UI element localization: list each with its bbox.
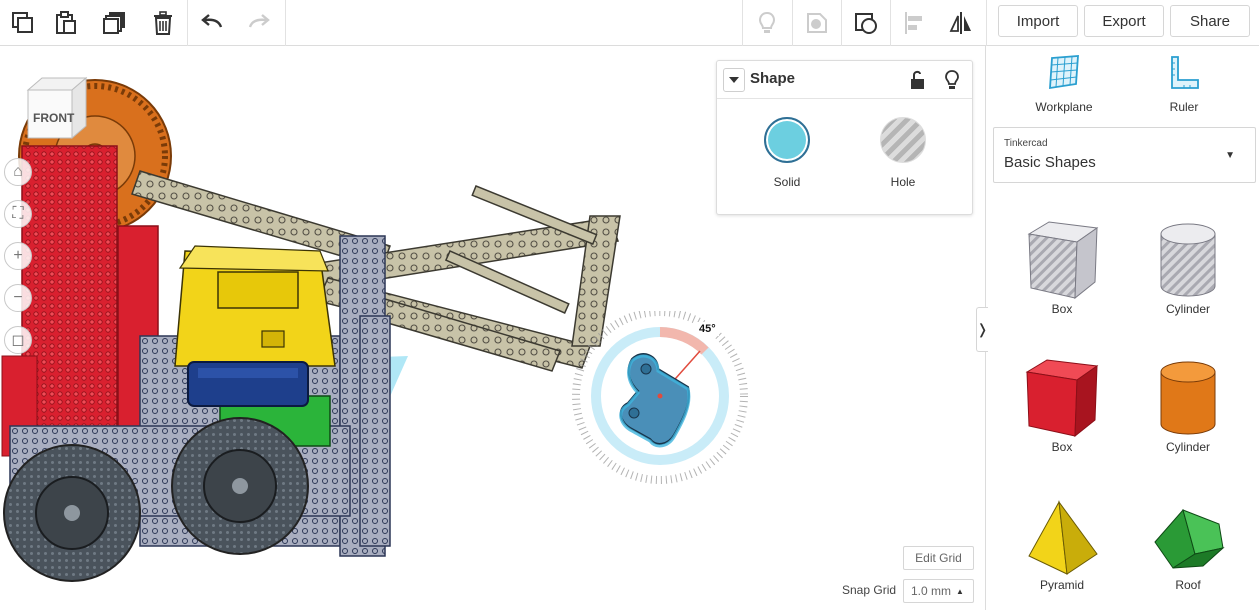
hole-swatch[interactable]	[880, 117, 926, 163]
workplane-label: Workplane	[1035, 100, 1093, 114]
inspector-header: Shape	[717, 61, 972, 99]
align-icon[interactable]	[892, 0, 938, 46]
shape-library-select[interactable]: Tinkercad Basic Shapes ▼	[993, 127, 1256, 183]
shape-box[interactable]: Box	[1012, 354, 1112, 454]
ortho-view-button[interactable]: ◻	[4, 326, 32, 354]
rotation-dial[interactable]	[570, 311, 755, 496]
shape-label: Roof	[1175, 578, 1201, 592]
caret-up-icon: ▲	[956, 586, 964, 596]
solid-option[interactable]: Solid	[747, 117, 827, 189]
plus-icon: +	[13, 247, 23, 264]
hole-cylinder-icon	[1160, 223, 1216, 297]
shape-hole-box[interactable]: Box	[1012, 216, 1112, 316]
ruler-icon	[1171, 56, 1199, 89]
cube-icon: ◻	[11, 332, 25, 349]
edit-grid-button[interactable]: Edit Grid	[903, 546, 974, 570]
shape-label: Box	[1051, 440, 1073, 454]
hole-option[interactable]: Hole	[863, 117, 943, 189]
chevron-right-icon: ❭	[976, 321, 989, 337]
toolbar-divider	[187, 0, 188, 46]
shape-pyramid[interactable]: Pyramid	[1012, 492, 1112, 592]
mirror-icon[interactable]	[938, 0, 984, 46]
unlock-icon[interactable]	[907, 69, 929, 91]
home-icon: ⌂	[13, 163, 23, 180]
shape-label: Cylinder	[1165, 440, 1210, 454]
snap-grid-label: Snap Grid	[842, 583, 897, 597]
undo-icon[interactable]	[189, 0, 235, 46]
shapes-panel: Workplane Ruler Tinkercad Basic Shapes ▼…	[985, 46, 1259, 610]
shape-label: Pyramid	[1039, 578, 1084, 592]
rotation-angle-label: 45°	[696, 322, 719, 336]
home-view-button[interactable]: ⌂	[4, 158, 32, 186]
pyramid-icon	[1028, 500, 1098, 575]
zoom-in-button[interactable]: +	[4, 242, 32, 270]
delete-icon[interactable]	[140, 0, 186, 46]
toolbar-divider	[792, 0, 793, 46]
roof-icon	[1154, 508, 1225, 569]
fit-icon: ⛶	[12, 205, 24, 222]
shape-label: Cylinder	[1165, 302, 1210, 316]
paste-icon[interactable]	[43, 0, 89, 46]
view-cube-label: FRONT	[33, 111, 75, 125]
solid-swatch[interactable]	[764, 117, 810, 163]
share-button[interactable]: Share	[1170, 5, 1250, 37]
copy-icon[interactable]	[0, 0, 46, 46]
shape-label: Box	[1051, 302, 1073, 316]
workplane-icon	[1049, 55, 1079, 90]
cylinder-icon	[1160, 361, 1216, 435]
duplicate-icon[interactable]	[92, 0, 138, 46]
chevron-down-icon: ▼	[1225, 150, 1235, 161]
zoom-out-button[interactable]: −	[4, 284, 32, 312]
lightbulb-icon[interactable]	[941, 69, 963, 91]
shape-hole-cylinder[interactable]: Cylinder	[1138, 216, 1238, 316]
show-all-icon[interactable]	[744, 0, 790, 46]
group-icon[interactable]	[843, 0, 889, 46]
panel-collapse-button[interactable]: ❭	[976, 307, 988, 352]
library-brand: Tinkercad	[1004, 138, 1048, 149]
shape-roof[interactable]: Roof	[1138, 492, 1238, 592]
view-cube[interactable]: FRONT	[22, 76, 88, 142]
toolbar-divider	[742, 0, 743, 46]
inspector-title: Shape	[750, 70, 796, 87]
main-toolbar: Import Export Share	[0, 0, 1259, 46]
toolbar-divider	[285, 0, 286, 46]
toolbar-divider	[986, 0, 987, 46]
hole-box-icon	[1027, 221, 1099, 300]
ruler-tool[interactable]: Ruler	[1134, 54, 1234, 114]
minus-icon: −	[13, 289, 23, 306]
workplane-tool[interactable]: Workplane	[1014, 54, 1114, 114]
redo-icon[interactable]	[236, 0, 282, 46]
workplane-canvas[interactable]: 45° FRONT ⌂ ⛶ + − ◻ Shape Solid Hole Edi…	[0, 46, 985, 610]
import-button[interactable]: Import	[998, 5, 1078, 37]
toolbar-divider	[890, 0, 891, 46]
inspector-collapse-button[interactable]	[723, 68, 745, 92]
toolbar-divider	[841, 0, 842, 46]
shape-cylinder[interactable]: Cylinder	[1138, 354, 1238, 454]
snap-grid-value: 1.0 mm	[911, 584, 952, 598]
fit-view-button[interactable]: ⛶	[4, 200, 32, 228]
shape-inspector: Shape Solid Hole	[716, 60, 973, 215]
hole-label: Hole	[890, 175, 916, 189]
hole-visibility-icon[interactable]	[794, 0, 840, 46]
library-name: Basic Shapes	[1004, 154, 1096, 171]
ruler-label: Ruler	[1169, 100, 1199, 114]
solid-label: Solid	[773, 175, 801, 189]
box-icon	[1025, 359, 1099, 438]
chevron-down-icon	[729, 77, 739, 83]
snap-grid-select[interactable]: 1.0 mm ▲	[903, 579, 974, 603]
export-button[interactable]: Export	[1084, 5, 1164, 37]
